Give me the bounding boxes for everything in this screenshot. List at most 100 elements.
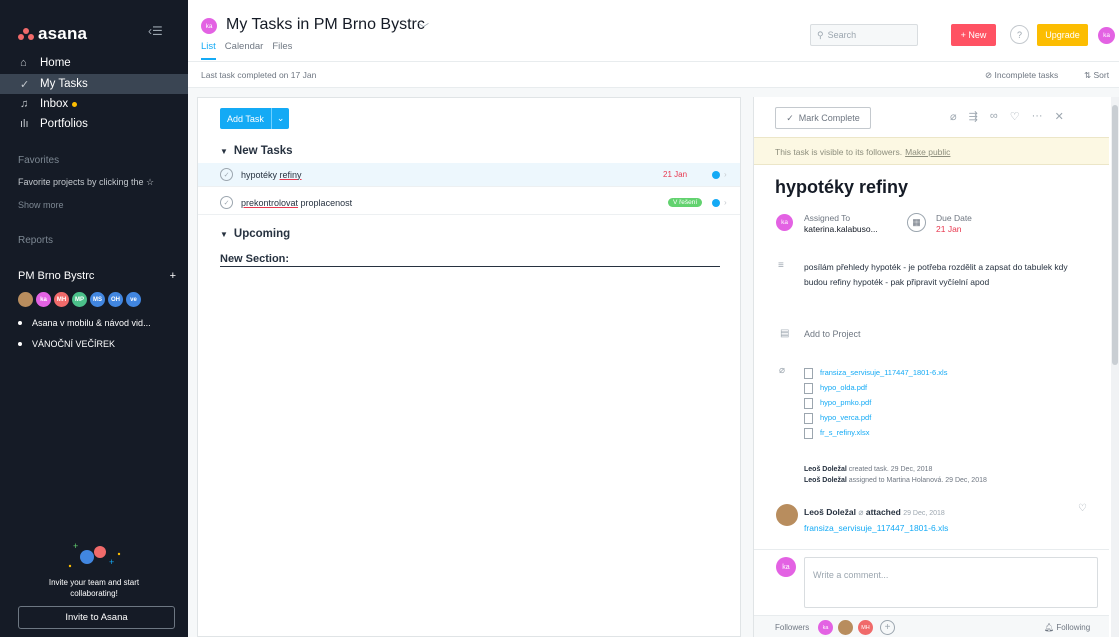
avatar: ka [201,18,217,34]
paperclip-icon[interactable]: ⌀ [950,110,957,123]
attachment-link[interactable]: fr_s_refiny.xlsx [804,425,947,440]
project-item[interactable]: VÁNOČNÍ VEČÍREK [18,339,115,349]
complete-check-icon[interactable]: ✓ [220,168,233,181]
subtask-icon[interactable]: ⇶ [969,110,978,123]
chevron-right-icon[interactable]: › [724,198,727,207]
favorites-heading[interactable]: Favorites [18,155,59,166]
section-new-tasks[interactable]: ▼ New Tasks [220,145,293,157]
due-date[interactable]: 21 Jan [663,170,687,179]
status-badge[interactable]: V řešení [668,198,703,207]
attachment-link[interactable]: fransiza_servisuje_117447_1801-6.xls [804,365,947,380]
team-header[interactable]: PM Brno Bystrc + [18,270,176,282]
member-avatar[interactable]: ve [126,292,141,307]
history-item: Leoš Doležal created task. 29 Dec, 2018 [804,464,987,475]
member-avatar[interactable]: ka [36,292,51,307]
sidebar-item-inbox[interactable]: ♫ Inbox [0,94,188,114]
member-avatar[interactable] [18,292,33,307]
attachment-link[interactable]: hypo_pmko.pdf [804,395,947,410]
tab-calendar[interactable]: Calendar [225,41,264,60]
make-public-link[interactable]: Make public [905,147,950,157]
sidebar-item-my-tasks[interactable]: ✓ My Tasks [0,74,188,94]
task-description[interactable]: posílám přehledy hypoték - je potřeba ro… [804,260,1074,290]
history-author[interactable]: Leoš Doležal [804,466,847,473]
tab-files[interactable]: Files [272,41,292,60]
task-name-part: prekontrolovat [241,197,299,208]
asana-logo[interactable]: asana [18,24,87,44]
team-name[interactable]: PM Brno Bystrc [18,270,94,282]
page-title[interactable]: My Tasks in PM Brno Bystrc [226,16,425,34]
comment-action: attached [865,507,901,517]
section-upcoming[interactable]: ▼ Upcoming [220,228,290,240]
task-detail-pane: ✓ Mark Complete ⌀ ⇶ ∞ ♡ ··· ✕ This task i… [753,97,1119,637]
triangle-down-icon: ▼ [220,147,228,156]
project-item[interactable]: Asana v mobilu & návod vid... [18,318,151,328]
task-name[interactable]: prekontrolovat proplacenost [241,198,352,208]
chevron-right-icon[interactable]: › [724,170,727,179]
thumbs-up-icon[interactable]: ♡ [1078,503,1087,514]
logo-text: asana [38,24,88,43]
project-dot [712,198,720,207]
search-input[interactable]: ⚲ Search [810,24,918,46]
upgrade-button[interactable]: Upgrade [1037,24,1088,46]
new-button[interactable]: + New [951,24,996,46]
sort-button[interactable]: ⇅ Sort [1084,70,1109,81]
sidebar-item-label: My Tasks [40,78,88,90]
avatar[interactable] [776,504,798,526]
incomplete-tasks-filter[interactable]: ⊘ Incomplete tasks [985,70,1058,81]
follower-avatar[interactable] [838,620,853,635]
assigned-to-label: Assigned To [804,213,851,223]
more-icon[interactable]: ··· [1032,110,1043,123]
add-task-button[interactable]: Add Task ⌄ [220,108,290,129]
member-avatar[interactable]: OH [108,292,123,307]
user-avatar[interactable]: ka [1098,27,1115,44]
complete-check-icon[interactable]: ✓ [220,196,233,209]
project-icon: ▤ [780,328,790,339]
comment-input[interactable]: Write a comment... [804,557,1098,608]
task-title[interactable]: hypotéky refiny [775,177,908,198]
reports-heading[interactable]: Reports [18,235,53,246]
invite-button[interactable]: Invite to Asana [18,606,175,629]
last-completed-text: Last task completed on 17 Jan [201,70,317,80]
close-icon[interactable]: ✕ [1055,110,1064,123]
member-avatar[interactable]: MP [72,292,87,307]
thumbs-up-icon[interactable]: ♡ [1010,110,1020,123]
section-title: Upcoming [233,228,291,240]
due-date-field[interactable]: Due Date 21 Jan [936,213,972,235]
add-follower-button[interactable]: + [880,620,895,635]
comment-date: 29 Dec, 2018 [903,510,945,517]
mark-complete-button[interactable]: ✓ Mark Complete [775,107,871,129]
check-icon: ✓ [786,112,794,123]
chevron-down-icon[interactable]: ⌄ [270,108,290,129]
add-to-project-button[interactable]: Add to Project [804,329,861,339]
calendar-icon[interactable]: ▦ [907,213,926,232]
help-button[interactable]: ? [1010,25,1029,44]
link-icon[interactable]: ∞ [990,110,998,123]
comment-author[interactable]: Leoš Doležal [804,507,856,517]
assignee-avatar[interactable]: ka [776,214,793,231]
tab-list[interactable]: List [201,41,216,60]
history-text: created task. 29 Dec, 2018 [846,466,933,473]
member-avatar[interactable]: MS [90,292,105,307]
history-author[interactable]: Leoš Doležal [804,477,847,484]
task-row[interactable]: ✓ prekontrolovat proplacenost V řešení › [198,191,740,215]
new-section-input[interactable]: New Section: [220,253,720,267]
attachment-link[interactable]: hypo_olda.pdf [804,380,947,395]
sidebar-item-portfolios[interactable]: ılı Portfolios [0,114,188,134]
member-avatar[interactable]: MH [54,292,69,307]
svg-text:+: + [109,557,114,567]
sidebar-item-home[interactable]: ⌂ Home [0,53,188,73]
collapse-sidebar-icon[interactable]: ‹☰ [148,24,163,38]
assignee-field[interactable]: Assigned To katerina.kalabuso... [804,213,878,235]
task-row[interactable]: ✓ hypotéky refiny 21 Jan › [198,163,740,187]
show-more-link[interactable]: Show more [18,200,64,210]
add-project-button[interactable]: + [170,270,176,282]
attachment-link[interactable]: hypo_verca.pdf [804,410,947,425]
scrollbar[interactable] [1111,97,1119,637]
chevron-down-icon[interactable]: ﹀ [418,20,429,36]
attachment-link[interactable]: fransiza_servisuje_117447_1801-6.xls [804,521,948,536]
following-toggle[interactable]: 🔔︎ Following [1044,623,1090,632]
follower-avatar[interactable]: ka [818,620,833,635]
task-name[interactable]: hypotéky refiny [241,170,302,180]
follower-avatar[interactable]: MH [858,620,873,635]
scrollbar-thumb[interactable] [1112,105,1118,365]
